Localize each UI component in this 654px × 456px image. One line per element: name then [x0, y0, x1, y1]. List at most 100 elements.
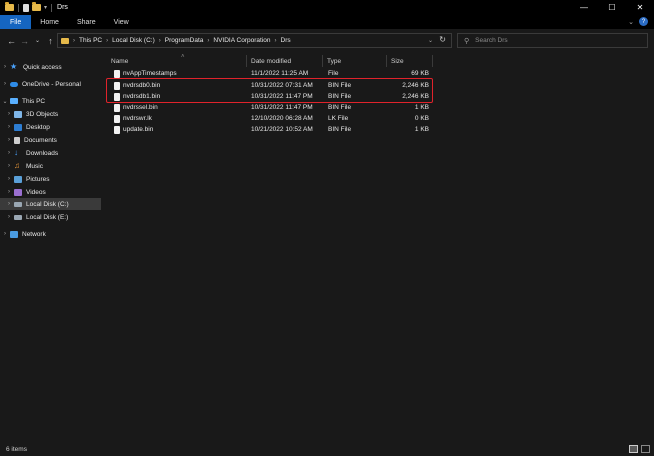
expand-icon[interactable]: ›	[4, 214, 14, 220]
expand-ribbon-icon[interactable]: ⌄	[628, 18, 634, 26]
table-row[interactable]: nvdrswr.lk 12/10/2020 06:28 AM LK File 0…	[101, 114, 654, 125]
sidebar-item-label: This PC	[22, 97, 46, 105]
sidebar-item-label: OneDrive - Personal	[22, 80, 81, 88]
sidebar-item-this-pc[interactable]: ⌄ This PC	[0, 95, 101, 107]
expand-icon[interactable]: ›	[4, 137, 14, 143]
expand-icon[interactable]: ›	[0, 64, 10, 70]
file-icon	[114, 126, 120, 134]
sidebar-item-music[interactable]: › ♫ Music	[0, 160, 101, 172]
disk-icon	[14, 201, 22, 207]
large-icons-view-icon[interactable]	[641, 445, 650, 453]
sidebar-item-quick-access[interactable]: › ★ Quick access	[0, 61, 101, 73]
download-icon: ↓	[14, 148, 18, 157]
column-header-label: Type	[327, 57, 342, 65]
navigation-pane: › ★ Quick access › OneDrive - Personal ⌄…	[0, 52, 101, 442]
column-header-name[interactable]: ˄ Name	[107, 54, 247, 67]
breadcrumb-drs[interactable]: Drs	[281, 37, 291, 44]
up-button[interactable]: ↑	[44, 36, 57, 46]
expand-icon[interactable]: ›	[4, 163, 14, 169]
breadcrumb-nvidia-corporation[interactable]: NVIDIA Corporation	[213, 37, 270, 44]
sidebar-item-label: 3D Objects	[26, 110, 59, 118]
tab-home[interactable]: Home	[31, 15, 68, 29]
file-list: ˄ Name Date modified Type Size nvAppTime…	[101, 52, 654, 442]
expand-icon[interactable]: ›	[4, 150, 14, 156]
table-row[interactable]: update.bin 10/21/2022 10:52 AM BIN File …	[101, 125, 654, 136]
details-view-icon[interactable]	[629, 445, 638, 453]
expand-icon[interactable]: ›	[0, 81, 10, 87]
new-folder-icon[interactable]	[32, 2, 41, 11]
desktop-icon	[14, 123, 22, 131]
sidebar-item-network[interactable]: › Network	[0, 228, 101, 240]
file-date: 10/31/2022 11:47 PM	[251, 104, 313, 111]
videos-icon	[14, 188, 22, 196]
table-row[interactable]: nvdrssel.bin 10/31/2022 11:47 PM BIN Fil…	[101, 103, 654, 114]
toolbar-divider	[51, 3, 53, 12]
search-input[interactable]: ⚲ Search Drs	[457, 33, 648, 48]
back-button[interactable]: ←	[5, 36, 18, 46]
disk-icon	[14, 214, 22, 220]
sidebar-item-onedrive[interactable]: › OneDrive - Personal	[0, 78, 101, 90]
collapse-icon[interactable]: ⌄	[0, 98, 10, 105]
chevron-right-icon[interactable]: ›	[106, 38, 108, 44]
address-bar[interactable]: › This PC › Local Disk (C:) › ProgramDat…	[57, 33, 452, 48]
file-type: BIN File	[328, 104, 352, 111]
search-placeholder: Search Drs	[475, 37, 508, 44]
computer-icon	[10, 98, 18, 104]
chevron-right-icon[interactable]: ›	[275, 38, 277, 44]
expand-icon[interactable]: ›	[0, 231, 10, 237]
breadcrumb-local-disk-c[interactable]: Local Disk (C:)	[112, 37, 155, 44]
tab-share[interactable]: Share	[68, 15, 105, 29]
sidebar-item-downloads[interactable]: › ↓ Downloads	[0, 147, 101, 159]
expand-icon[interactable]: ›	[4, 124, 14, 130]
expand-icon[interactable]: ›	[4, 189, 14, 195]
chevron-right-icon[interactable]: ›	[207, 38, 209, 44]
sidebar-item-documents[interactable]: › Documents	[0, 134, 101, 146]
sidebar-item-label: Documents	[24, 136, 57, 144]
maximize-button[interactable]: ☐	[598, 0, 626, 15]
properties-icon[interactable]	[23, 3, 29, 12]
sidebar-item-3d-objects[interactable]: › 3D Objects	[0, 108, 101, 120]
customize-toolbar-icon[interactable]: ▾	[44, 4, 47, 11]
column-header-size[interactable]: Size	[387, 55, 433, 67]
navigation-bar: ← → ⌄ ↑ › This PC › Local Disk (C:) › Pr…	[0, 29, 654, 52]
expand-icon[interactable]: ›	[4, 176, 14, 182]
file-date: 12/10/2020 06:28 AM	[251, 115, 313, 122]
column-header-date[interactable]: Date modified	[247, 55, 323, 67]
sidebar-item-label: Network	[22, 230, 46, 238]
breadcrumb-this-pc[interactable]: This PC	[79, 37, 102, 44]
sidebar-item-local-disk-c[interactable]: › Local Disk (C:)	[0, 198, 101, 210]
address-dropdown-icon[interactable]: ⌄	[428, 37, 433, 44]
sidebar-item-label: Music	[26, 162, 43, 170]
sidebar-item-pictures[interactable]: › Pictures	[0, 173, 101, 185]
expand-icon[interactable]: ›	[4, 201, 14, 207]
sort-ascending-icon: ˄	[181, 54, 185, 60]
close-button[interactable]: ✕	[626, 0, 654, 15]
recent-locations-button[interactable]: ⌄	[31, 37, 44, 44]
tab-view[interactable]: View	[105, 15, 138, 29]
help-icon[interactable]: ?	[639, 17, 648, 26]
column-header-type[interactable]: Type	[323, 55, 387, 67]
minimize-button[interactable]: —	[570, 0, 598, 15]
window-title: Drs	[57, 4, 68, 11]
tab-file[interactable]: File	[0, 15, 32, 29]
sidebar-item-desktop[interactable]: › Desktop	[0, 121, 101, 133]
file-name: nvdrswr.lk	[123, 115, 152, 122]
refresh-icon[interactable]: ↻	[439, 35, 446, 44]
chevron-right-icon[interactable]: ›	[159, 38, 161, 44]
sidebar-item-videos[interactable]: › Videos	[0, 186, 101, 198]
file-date: 10/21/2022 10:52 AM	[251, 126, 313, 133]
expand-icon[interactable]: ›	[4, 111, 14, 117]
file-date: 11/1/2022 11:25 AM	[251, 70, 309, 77]
sidebar-item-local-disk-e[interactable]: › Local Disk (E:)	[0, 211, 101, 223]
quick-access-toolbar: ▾	[0, 2, 53, 12]
forward-button[interactable]: →	[18, 36, 31, 46]
breadcrumb-programdata[interactable]: ProgramData	[165, 37, 204, 44]
file-type: LK File	[328, 115, 349, 122]
column-header-label: Name	[111, 57, 129, 65]
file-size: 69 KB	[411, 70, 429, 77]
sidebar-item-label: Downloads	[26, 149, 59, 157]
file-size: 1 KB	[414, 126, 429, 133]
chevron-right-icon[interactable]: ›	[73, 38, 75, 44]
ribbon-tabs: File Home Share View ⌄ ?	[0, 15, 654, 29]
title-bar: ▾ Drs — ☐ ✕	[0, 0, 654, 15]
